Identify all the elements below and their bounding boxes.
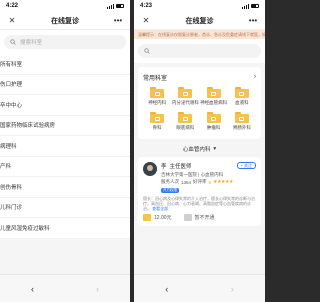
department-item[interactable]: 儿科门诊 xyxy=(0,198,130,218)
served-count: 1364 xyxy=(181,179,192,185)
department-item[interactable]: 所有科室 xyxy=(0,54,130,75)
avatar xyxy=(143,162,157,176)
doctor-name: 李 xyxy=(161,164,167,170)
status-time: 4:23 xyxy=(140,3,153,9)
left-screen: 4:22 ✕ 在线复诊 ••• 搜索科室 所有科室 伤口护理 卒中中心 国家药物… xyxy=(0,0,130,302)
department-tile[interactable]: 内分泌代谢科 xyxy=(171,87,199,106)
image-consult-icon xyxy=(143,213,151,221)
doctor-title: 主任医师 xyxy=(169,164,192,170)
search-icon xyxy=(10,39,16,45)
department-tile-label: 眼底病科 xyxy=(176,125,195,130)
department-item[interactable]: 产科 xyxy=(0,157,130,177)
department-tile[interactable]: 神经血管病科 xyxy=(200,87,228,106)
department-item[interactable]: 病理科 xyxy=(0,136,130,157)
consult-price[interactable]: 12.00元 xyxy=(143,213,172,221)
department-item[interactable]: 伤口护理 xyxy=(0,75,130,95)
status-time: 4:22 xyxy=(6,3,19,9)
search-input[interactable] xyxy=(138,44,261,58)
plus-icon: + xyxy=(240,163,243,168)
department-selector[interactable]: 心血管内科 ▾ xyxy=(134,141,265,157)
folder-icon xyxy=(178,87,193,98)
battery-icon xyxy=(116,4,124,8)
department-item[interactable]: 儿童风湿免疫过敏科 xyxy=(0,218,130,239)
video-consult-icon xyxy=(183,213,192,221)
selected-department: 心血管内科 xyxy=(182,147,211,153)
department-item[interactable]: 卒中中心 xyxy=(0,95,130,116)
department-item[interactable]: 国家药物临床试验病房 xyxy=(0,116,130,136)
follow-button[interactable]: + 关注 xyxy=(236,162,256,169)
department-tile[interactable]: 血液科 xyxy=(228,87,256,106)
folder-icon xyxy=(206,87,221,98)
department-tile-label: 骨科 xyxy=(152,125,162,130)
department-tile[interactable]: 肿瘤科 xyxy=(200,112,228,131)
department-tile-label: 神经内科 xyxy=(148,100,167,105)
star-rating: ★★★★★ xyxy=(213,179,233,185)
doctor-hospital: 吉林大学第一医院 | 心血管内科 xyxy=(161,171,224,177)
department-list: 所有科室 伤口护理 卒中中心 国家药物临床试验病房 病理科 产科 创伤骨科 儿科… xyxy=(0,54,130,239)
department-tile[interactable]: 神经内科 xyxy=(143,87,171,106)
right-screen: 4:23 ✕ 在线复诊 ••• 温馨提示：在线复诊仅限复诊患者，首诊、急诊及危重… xyxy=(134,0,265,302)
permission-badge: 开方权限 xyxy=(161,187,179,193)
status-icons xyxy=(242,3,259,9)
department-tile-label: 血液科 xyxy=(235,100,249,105)
card-title: 常用科室 xyxy=(143,75,168,82)
battery-icon xyxy=(251,4,259,8)
served-label: 服务人次 xyxy=(161,179,179,184)
status-bar: 4:22 xyxy=(0,0,130,12)
folder-icon xyxy=(234,112,249,123)
folder-icon xyxy=(150,87,165,98)
folder-icon xyxy=(206,112,221,123)
more-icon[interactable]: ••• xyxy=(247,16,259,25)
status-icons xyxy=(107,3,124,9)
close-icon[interactable]: ✕ xyxy=(6,16,18,25)
signal-icon xyxy=(242,3,249,9)
rating-label: 好评率 xyxy=(193,179,207,184)
department-tile-label: 神经血管病科 xyxy=(200,100,228,105)
department-tile-label: 内分泌代谢科 xyxy=(171,100,199,105)
consult-price-label: 12.00元 xyxy=(154,214,172,221)
nav-bar: ✕ 在线复诊 ••• xyxy=(134,12,265,30)
page-title: 在线复诊 xyxy=(185,17,214,25)
search-icon xyxy=(144,48,150,54)
common-departments-card: 常用科室 › 神经内科 内分泌代谢科 神经血管病科 血液科 骨科 眼底病科 肿瘤… xyxy=(138,67,261,139)
department-tile-label: 肿瘤科 xyxy=(206,125,221,130)
notice-banner: 温馨提示：在线复诊仅限复诊患者，首诊、急诊及危重症请线下就医，如需帮助请联系客服… xyxy=(134,30,265,39)
browser-toolbar: ‹ › xyxy=(134,274,265,302)
service-prices: 12.00元 暂不开通 xyxy=(143,213,256,221)
folder-icon xyxy=(234,87,249,98)
doctor-intro: 擅长：冠心病及心律失常的介入治疗，擅长心律失常的诊断与治疗，高血压、冠心病、心力… xyxy=(143,196,256,211)
folder-icon xyxy=(178,112,193,123)
chevron-down-icon: ▾ xyxy=(213,146,217,152)
search-container xyxy=(134,39,265,63)
chevron-right-icon: › xyxy=(254,74,256,80)
video-price[interactable]: 暂不开通 xyxy=(183,213,215,221)
follow-label: 关注 xyxy=(244,162,252,168)
forward-icon[interactable]: › xyxy=(96,284,99,294)
status-bar: 4:23 xyxy=(134,0,265,12)
forward-icon[interactable]: › xyxy=(231,284,234,294)
doctor-card[interactable]: + 关注 李主任医师 吉林大学第一医院 | 心血管内科 服务人次 1364 好评率… xyxy=(138,157,261,226)
search-container: 搜索科室 xyxy=(0,30,130,54)
more-link[interactable]: 查看全部 xyxy=(152,206,168,211)
folder-icon xyxy=(150,112,165,123)
more-icon[interactable]: ••• xyxy=(112,16,124,25)
search-input[interactable]: 搜索科室 xyxy=(4,35,126,49)
department-grid: 神经内科 内分泌代谢科 神经血管病科 血液科 骨科 眼底病科 肿瘤科 胃肠外科 xyxy=(143,83,256,135)
signal-icon xyxy=(107,3,114,9)
department-item[interactable]: 创伤骨科 xyxy=(0,177,130,198)
department-tile-label: 胃肠外科 xyxy=(232,125,251,130)
close-icon[interactable]: ✕ xyxy=(140,16,152,25)
department-tile[interactable]: 胃肠外科 xyxy=(228,112,256,131)
department-tile[interactable]: 眼底病科 xyxy=(171,112,199,131)
rating-score: 5 xyxy=(208,179,212,185)
browser-toolbar: ‹ › xyxy=(0,274,130,302)
back-icon[interactable]: ‹ xyxy=(165,284,168,294)
nav-bar: ✕ 在线复诊 ••• xyxy=(0,12,130,30)
video-price-label: 暂不开通 xyxy=(194,214,215,221)
back-icon[interactable]: ‹ xyxy=(31,284,34,294)
search-placeholder: 搜索科室 xyxy=(20,40,43,46)
card-header[interactable]: 常用科室 › xyxy=(143,71,256,83)
page-title: 在线复诊 xyxy=(51,17,79,25)
department-tile[interactable]: 骨科 xyxy=(143,112,171,131)
